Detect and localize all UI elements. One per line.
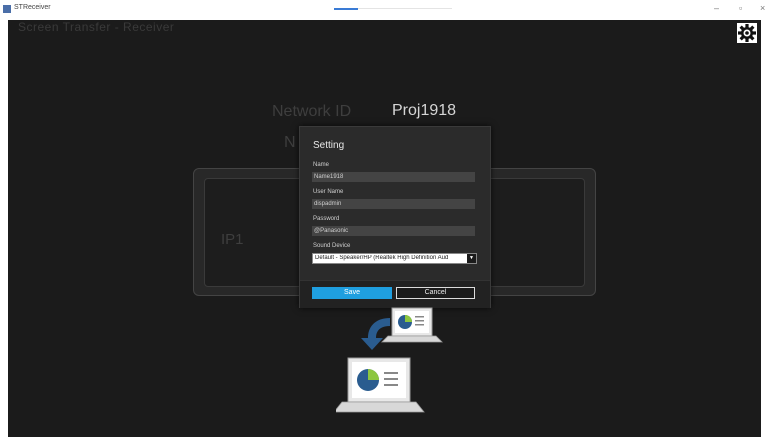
gear-icon[interactable] [736, 22, 758, 44]
app-header: Screen Transfer - Receiver [18, 20, 175, 34]
password-field[interactable]: @Panasonic [312, 226, 475, 236]
setting-dialog: Setting Name Name1918 User Name dispadmi… [299, 126, 491, 308]
name-field[interactable]: Name1918 [312, 172, 475, 182]
cancel-button[interactable]: Cancel [396, 287, 475, 299]
maximize-button[interactable]: ▫ [739, 3, 742, 13]
dialog-footer: Save Cancel [300, 280, 490, 308]
sound-device-label: Sound Device [313, 243, 351, 249]
transfer-arrow-icon [361, 318, 390, 350]
sound-device-select[interactable]: Default - Speaker/HP (Realtek High Defin… [312, 253, 477, 264]
name-field-label: Name [313, 162, 330, 168]
receiver-window: Screen Transfer - Receiver Network ID Pr… [8, 20, 761, 437]
name-label: N [284, 134, 296, 151]
source-laptop-icon [381, 307, 443, 343]
save-button[interactable]: Save [312, 287, 392, 299]
chevron-down-icon[interactable]: ▼ [467, 254, 476, 263]
password-field-label: Password [313, 216, 340, 222]
minimize-button[interactable]: – [714, 3, 719, 13]
user-name-field-label: User Name [313, 189, 344, 195]
screen-transfer-illustration [336, 307, 443, 413]
network-id-label: Network ID [272, 103, 352, 120]
receiver-laptop-icon [336, 357, 425, 413]
user-name-field[interactable]: dispadmin [312, 199, 475, 209]
title-accent-line [334, 8, 358, 10]
title-divider-line [358, 8, 452, 9]
ip-label: IP1 [221, 231, 244, 248]
network-id-value: Proj1918 [392, 102, 457, 119]
window-title: STReceiver [14, 4, 51, 11]
window-titlebar: STReceiver – ▫ × [0, 0, 769, 20]
dialog-title: Setting [313, 140, 345, 151]
close-button[interactable]: × [760, 3, 765, 13]
app-icon [3, 5, 11, 13]
sound-device-value: Default - Speaker/HP (Realtek High Defin… [315, 255, 449, 261]
